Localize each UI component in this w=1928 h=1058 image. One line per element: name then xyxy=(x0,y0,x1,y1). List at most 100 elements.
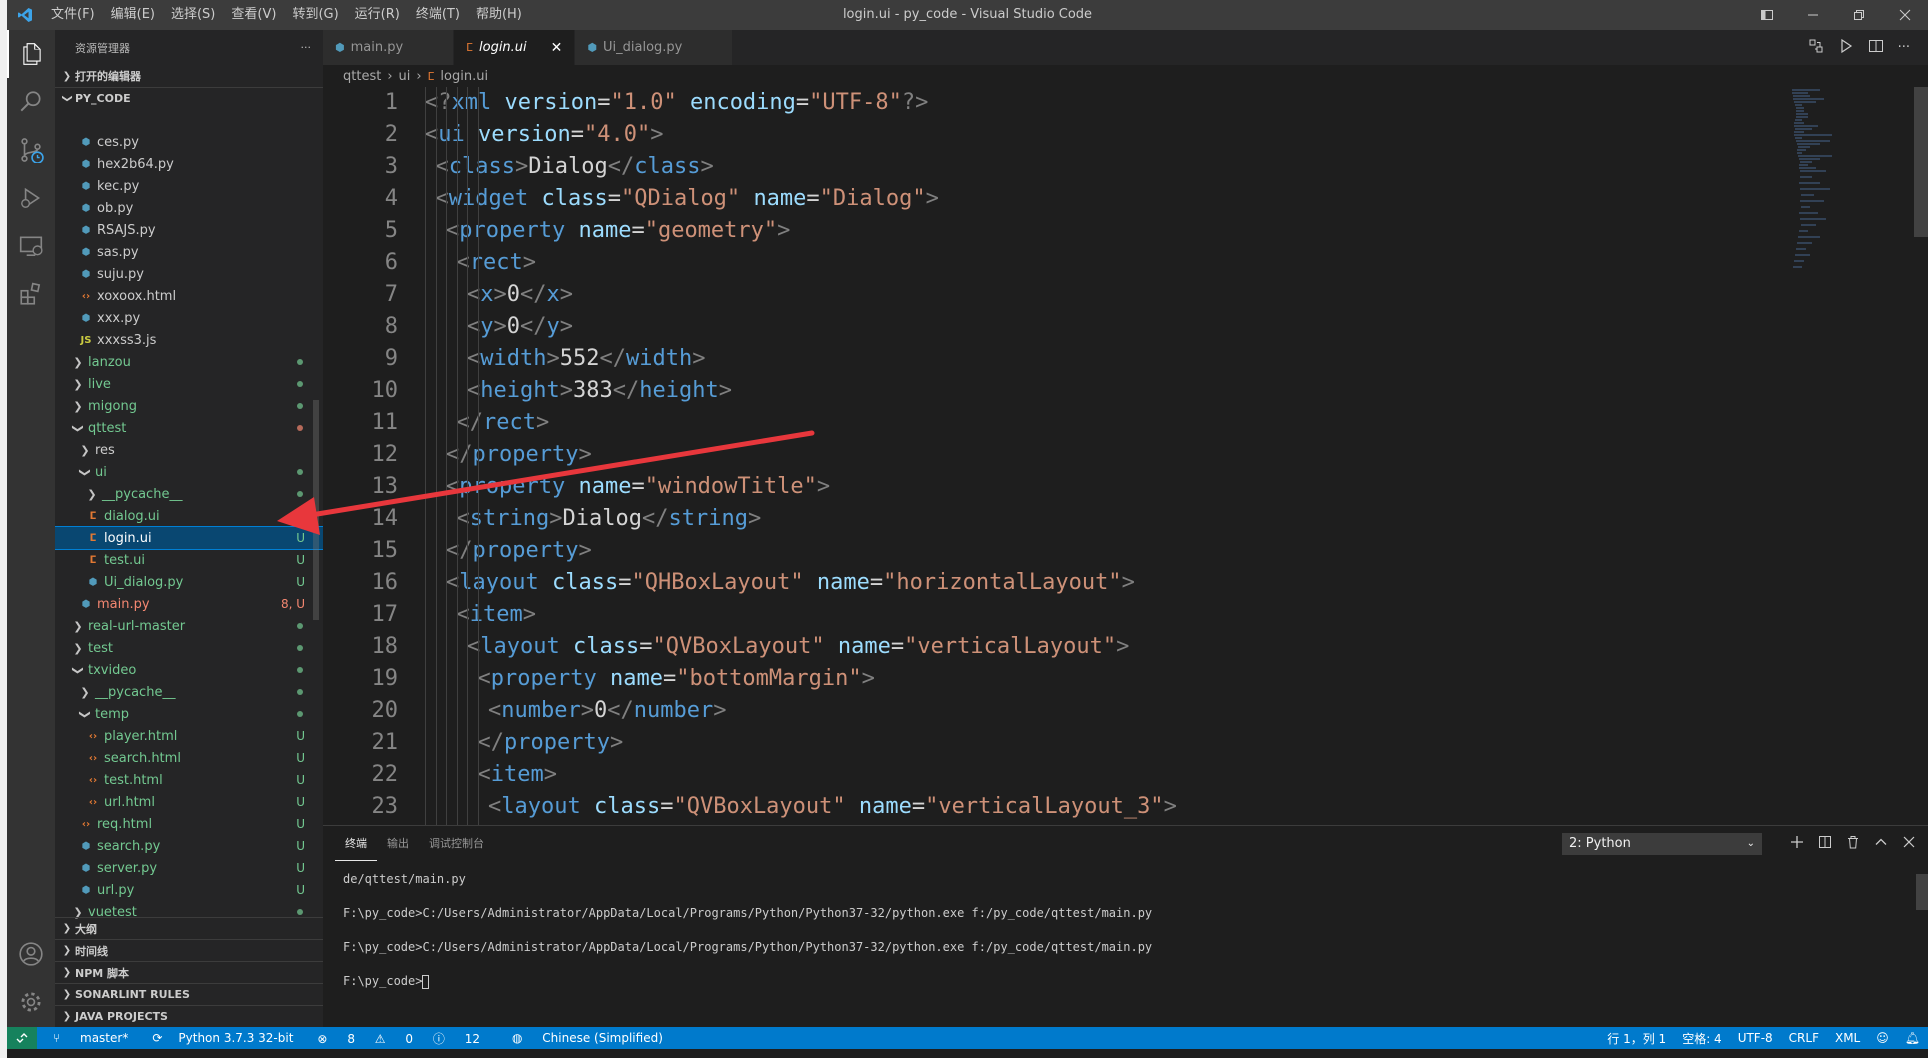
compare-changes-icon[interactable] xyxy=(1808,38,1824,58)
more-editor-actions-icon[interactable]: ··· xyxy=(1898,40,1910,55)
open-editors-section[interactable]: ❯ 打开的编辑器 xyxy=(55,65,323,87)
tree-folder[interactable]: ❯ migong xyxy=(55,395,323,417)
tree-file[interactable]: ⬢ RSAJS.py xyxy=(55,219,323,241)
code-line[interactable]: <y>0</y> xyxy=(425,311,1177,343)
tree-file[interactable]: ⬢ suju.py xyxy=(55,263,323,285)
tree-file[interactable]: ⬢ server.py U xyxy=(55,857,323,879)
code-line[interactable]: </property> xyxy=(425,535,1177,567)
run-debug-icon[interactable] xyxy=(7,174,55,222)
tree-folder[interactable]: ❯ lanzou xyxy=(55,351,323,373)
end-of-line[interactable]: CRLF xyxy=(1781,1031,1827,1045)
panel-tab[interactable]: 终端 xyxy=(335,826,377,861)
branch-item[interactable]: ⑂ master* xyxy=(37,1031,144,1045)
code-editor[interactable]: 1 2 3 4 5 6 7 8 9 10 11 12 13 14 15 16 17 18 19 20 21 22 23 <?… xyxy=(323,87,1928,825)
code-line[interactable]: <x>0</x> xyxy=(425,279,1177,311)
close-window-button[interactable] xyxy=(1882,0,1928,30)
run-file-icon[interactable] xyxy=(1838,38,1854,58)
breadcrumb-item[interactable]: login.ui xyxy=(440,69,488,84)
layout-icon[interactable] xyxy=(1744,0,1790,30)
code-line[interactable]: <property name="bottomMargin"> xyxy=(425,663,1177,695)
panel-tab[interactable]: 调试控制台 xyxy=(419,826,494,861)
code-line[interactable]: <item> xyxy=(425,599,1177,631)
terminal-scrollbar[interactable] xyxy=(1916,874,1928,910)
code-lines[interactable]: <?xml version="1.0" encoding="UTF-8"?> <u… xyxy=(425,87,1177,823)
python-interpreter[interactable]: Python 3.7.3 32-bit xyxy=(170,1031,301,1045)
restore-button[interactable] xyxy=(1836,0,1882,30)
terminal-output[interactable]: de/qttest/main.py F:\py_code>C:/Users/Ad… xyxy=(323,861,1928,1013)
tree-file[interactable]: ⬢ search.py U xyxy=(55,835,323,857)
minimize-button[interactable] xyxy=(1790,0,1836,30)
tree-file[interactable]: ⬢ hex2b64.py xyxy=(55,153,323,175)
accounts-icon[interactable] xyxy=(7,930,55,978)
more-actions-icon[interactable]: ··· xyxy=(301,41,312,54)
breadcrumb-item[interactable]: ui xyxy=(399,69,411,84)
tree-folder[interactable]: ❯ res xyxy=(55,439,323,461)
tree-file[interactable]: ⬢ ob.py xyxy=(55,197,323,219)
tree-folder[interactable]: ❯ __pycache__ xyxy=(55,681,323,703)
code-line[interactable]: </property> xyxy=(425,439,1177,471)
tree-file[interactable]: ⵎ login.ui U xyxy=(55,526,323,550)
sidebar-section[interactable]: ❯ SONARLINT RULES xyxy=(55,983,323,1005)
notifications-bell-icon[interactable]: 🔔︎ xyxy=(1897,1031,1928,1045)
code-line[interactable]: <widget class="QDialog" name="Dialog"> xyxy=(425,183,1177,215)
close-panel-icon[interactable] xyxy=(1902,835,1916,853)
tree-folder[interactable]: ❯ qttest xyxy=(55,417,323,439)
code-line[interactable]: <layout class="QHBoxLayout" name="horizo… xyxy=(425,567,1177,599)
code-line[interactable]: <item> xyxy=(425,759,1177,791)
tree-folder[interactable]: ❯ __pycache__ xyxy=(55,483,323,505)
tree-file[interactable]: ⬢ Ui_dialog.py U xyxy=(55,571,323,593)
code-line[interactable]: </rect> xyxy=(425,407,1177,439)
split-editor-icon[interactable] xyxy=(1868,38,1884,58)
feedback-icon[interactable]: ☺ xyxy=(1868,1031,1897,1045)
tree-file[interactable]: ‹› xoxoox.html xyxy=(55,285,323,307)
sidebar-section[interactable]: ❯ 大纲 xyxy=(55,917,323,939)
tree-file[interactable]: ⬢ kec.py xyxy=(55,175,323,197)
tree-file[interactable]: ‹› req.html U xyxy=(55,813,323,835)
code-line[interactable]: <?xml version="1.0" encoding="UTF-8"?> xyxy=(425,87,1177,119)
sidebar-section[interactable]: ❯ JAVA PROJECTS xyxy=(55,1005,323,1027)
menu-item[interactable]: 终端(T) xyxy=(408,0,468,30)
problems-item[interactable]: ⊗ 8 ⚠ 0 ⓘ 12 xyxy=(301,1030,496,1047)
tree-file[interactable]: ⬢ main.py 8, U xyxy=(55,593,323,615)
menu-item[interactable]: 转到(G) xyxy=(284,0,346,30)
settings-gear-icon[interactable] xyxy=(7,978,55,1026)
extensions-icon[interactable] xyxy=(7,270,55,318)
code-line[interactable]: </property> xyxy=(425,727,1177,759)
trash-icon[interactable] xyxy=(1846,835,1860,853)
search-icon[interactable] xyxy=(7,78,55,126)
code-line[interactable]: <property name="geometry"> xyxy=(425,215,1177,247)
menu-item[interactable]: 查看(V) xyxy=(223,0,284,30)
tree-file[interactable]: ⬢ ces.py xyxy=(55,131,323,153)
sidebar-section[interactable]: ❯ 时间线 xyxy=(55,939,323,961)
tree-file[interactable]: ⵎ test.ui U xyxy=(55,549,323,571)
editor-tab[interactable]: ⬢ main.py xyxy=(323,30,455,65)
menu-item[interactable]: 编辑(E) xyxy=(103,0,163,30)
code-line[interactable]: <ui version="4.0"> xyxy=(425,119,1177,151)
code-line[interactable]: <property name="windowTitle"> xyxy=(425,471,1177,503)
tree-file[interactable]: ‹› url.html U xyxy=(55,791,323,813)
minimap[interactable] xyxy=(1790,87,1836,277)
tree-folder[interactable]: ❯ temp xyxy=(55,703,323,725)
breadcrumb-item[interactable]: qttest xyxy=(343,69,381,84)
language-mode[interactable]: XML xyxy=(1827,1031,1868,1045)
menu-item[interactable]: 运行(R) xyxy=(347,0,408,30)
tree-file[interactable]: ‹› test.html U xyxy=(55,769,323,791)
tree-folder[interactable]: ❯ real-url-master xyxy=(55,615,323,637)
remote-explorer-icon[interactable] xyxy=(7,222,55,270)
editor-tab[interactable]: ⬢ Ui_dialog.py xyxy=(575,30,734,65)
code-line[interactable]: <rect> xyxy=(425,247,1177,279)
menu-item[interactable]: 选择(S) xyxy=(163,0,223,30)
tree-file[interactable]: JS xxxss3.js xyxy=(55,329,323,351)
editor-tab[interactable]: ⵎ login.ui ✕ xyxy=(454,30,576,65)
code-line[interactable]: <height>383</height> xyxy=(425,375,1177,407)
menu-item[interactable]: 帮助(H) xyxy=(468,0,530,30)
sidebar-scrollbar[interactable] xyxy=(313,400,319,620)
tree-folder[interactable]: ❯ live xyxy=(55,373,323,395)
tree-folder[interactable]: ❯ test xyxy=(55,637,323,659)
tree-file[interactable]: ‹› player.html U xyxy=(55,725,323,747)
workspace-root-section[interactable]: ❯ PY_CODE xyxy=(55,87,323,109)
code-line[interactable]: <number>0</number> xyxy=(425,695,1177,727)
code-line[interactable]: <width>552</width> xyxy=(425,343,1177,375)
code-line[interactable]: <string>Dialog</string> xyxy=(425,503,1177,535)
editor-scrollbar[interactable] xyxy=(1914,87,1928,237)
